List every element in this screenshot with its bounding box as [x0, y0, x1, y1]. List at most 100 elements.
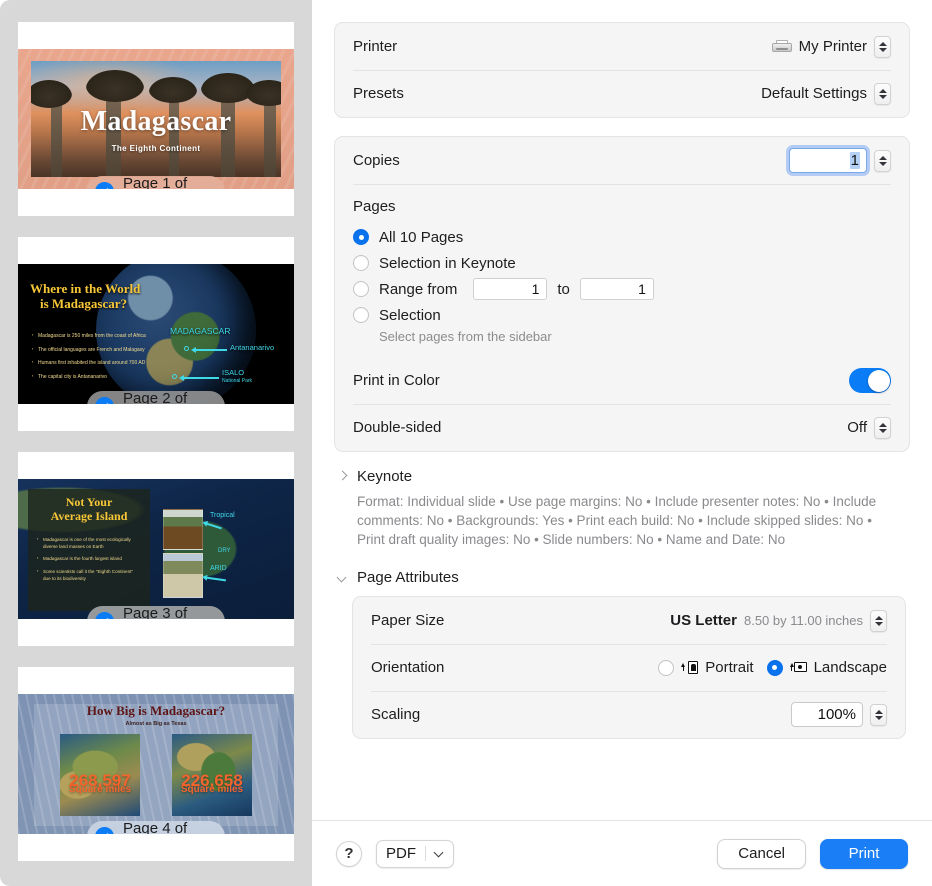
slide3-title: Not Your Average Island	[50, 495, 128, 524]
checkmark-icon	[95, 827, 114, 834]
copies-stepper[interactable]	[874, 149, 891, 172]
orientation-label: Orientation	[371, 659, 445, 677]
presets-value: Default Settings	[761, 85, 867, 102]
next-section-cutoff	[354, 755, 474, 761]
double-sided-row[interactable]: Double-sided Off	[335, 404, 909, 451]
slide1-title: Madagascar	[80, 105, 232, 137]
orientation-row[interactable]: Orientation Portrait Landscape	[353, 644, 905, 691]
radio-icon[interactable]	[353, 281, 369, 297]
list-item: Humans first inhabited the island around…	[32, 359, 150, 368]
radio-selection[interactable]: Selection	[353, 302, 891, 328]
slide-preview-1: Madagascar The Eighth Continent Page 1 o…	[18, 49, 294, 189]
slide2-arrow-capital	[191, 347, 227, 352]
page-thumbnail-1[interactable]: Madagascar The Eighth Continent Page 1 o…	[18, 22, 294, 216]
page-badge-label: Page 4 of 10	[123, 819, 188, 835]
radio-icon[interactable]	[353, 255, 369, 271]
printer-group: Printer My Printer Presets Default Setti…	[334, 22, 910, 118]
slide4-subtitle: Almost as Big as Texas	[125, 721, 187, 727]
chevron-updown-icon[interactable]	[870, 609, 887, 632]
paper-size-detail: 8.50 by 11.00 inches	[743, 613, 863, 629]
page-thumbnail-sidebar[interactable]: Madagascar The Eighth Continent Page 1 o…	[0, 0, 312, 886]
print-dialog-window: Madagascar The Eighth Continent Page 1 o…	[0, 0, 932, 886]
printer-row[interactable]: Printer My Printer	[335, 23, 909, 70]
radio-all-pages[interactable]: All 10 Pages	[353, 224, 891, 250]
slide2-label-capital: Antananarivo	[230, 343, 275, 352]
radio-icon-selected[interactable]	[353, 229, 369, 245]
chevron-updown-icon[interactable]	[874, 416, 891, 439]
slide4-map-texas: 268,597 Square miles	[60, 734, 140, 816]
scaling-row[interactable]: Scaling 100%	[353, 691, 905, 738]
settings-scroll-area[interactable]: Printer My Printer Presets Default Setti…	[312, 0, 932, 820]
chevron-updown-icon[interactable]	[874, 35, 891, 58]
chevron-down-icon[interactable]	[435, 849, 444, 858]
print-in-color-row[interactable]: Print in Color	[335, 357, 909, 404]
slide2-marker-park	[172, 374, 177, 379]
print-options-group: Copies 1 Pages All 10 Pages Selection in…	[334, 136, 910, 452]
presets-popup-button[interactable]: Default Settings	[761, 82, 891, 105]
paper-size-value: US Letter	[670, 612, 737, 630]
slide4-stat-unit-1: Square miles	[68, 783, 132, 795]
orientation-landscape-option[interactable]: Landscape	[766, 659, 887, 676]
page-thumbnail-3[interactable]: Not Your Average Island Madagascar is on…	[18, 452, 294, 646]
cancel-button[interactable]: Cancel	[717, 838, 806, 869]
page-badge-1[interactable]: Page 1 of 10	[87, 174, 225, 190]
selection-hint: Select pages from the sidebar	[379, 329, 552, 344]
pdf-label: PDF	[386, 845, 416, 862]
radio-range-from[interactable]: Range from 1 to 1	[353, 276, 891, 302]
pdf-menu-button[interactable]: PDF	[376, 839, 454, 868]
chevron-updown-icon[interactable]	[874, 82, 891, 105]
radio-icon-selected[interactable]	[766, 659, 783, 676]
double-sided-value: Off	[847, 419, 867, 436]
page-badge-label: Page 1 of 10	[123, 174, 188, 190]
keynote-disclosure-header[interactable]: Keynote	[338, 468, 906, 485]
paper-size-popup-button[interactable]: US Letter 8.50 by 11.00 inches	[670, 609, 887, 632]
keynote-section[interactable]: Keynote Format: Individual slide • Use p…	[334, 468, 910, 549]
range-to-input[interactable]: 1	[579, 278, 654, 300]
copies-row[interactable]: Copies 1	[335, 137, 909, 184]
checkmark-icon	[95, 612, 114, 619]
printer-value: My Printer	[798, 38, 867, 55]
help-button[interactable]: ?	[336, 840, 362, 867]
slide3-bullet-list: Madagascar is one of the most ecological…	[37, 536, 141, 588]
slide2-label-park: ISALO	[222, 368, 245, 377]
print-button[interactable]: Print	[820, 838, 908, 869]
chevron-right-icon[interactable]	[338, 472, 348, 482]
page-attributes-title: Page Attributes	[357, 569, 459, 587]
page-thumbnail-2[interactable]: Where in the World is Madagascar? Madaga…	[18, 237, 294, 431]
slide3-photo-arid	[163, 553, 203, 598]
scaling-stepper[interactable]	[870, 703, 887, 726]
page-attributes-disclosure-header[interactable]: Page Attributes	[338, 569, 906, 586]
radio-selection-in-keynote[interactable]: Selection in Keynote	[353, 250, 891, 276]
page-thumbnail-4[interactable]: How Big is Madagascar? Almost as Big as …	[18, 667, 294, 861]
range-from-input[interactable]: 1	[473, 278, 548, 300]
scaling-input[interactable]: 100%	[791, 702, 863, 728]
print-settings-panel: Printer My Printer Presets Default Setti…	[312, 0, 932, 886]
page-badge-3[interactable]: Page 3 of 10	[87, 604, 225, 620]
printer-popup-button[interactable]: My Printer	[771, 35, 891, 58]
page-badge-4[interactable]: Page 4 of 10	[87, 819, 225, 835]
radio-label: All 10 Pages	[379, 228, 464, 246]
list-item: Some scientists call it the "Eighth Cont…	[37, 568, 141, 582]
orientation-portrait-option[interactable]: Portrait	[658, 659, 754, 676]
radio-icon[interactable]	[658, 659, 675, 676]
list-item: Madagascar is 250 miles from the coast o…	[32, 332, 150, 341]
copies-input[interactable]: 1	[789, 148, 867, 173]
printer-icon	[771, 39, 792, 54]
page-attributes-section[interactable]: Page Attributes Paper Size US Letter 8.5…	[334, 569, 910, 740]
paper-size-row[interactable]: Paper Size US Letter 8.50 by 11.00 inche…	[353, 597, 905, 644]
slide4-title: How Big is Madagascar?	[86, 703, 226, 718]
radio-icon[interactable]	[353, 307, 369, 323]
double-sided-popup-button[interactable]: Off	[847, 416, 891, 439]
list-item: The capital city is Antananarivo	[32, 373, 150, 382]
divider	[425, 846, 426, 861]
page-badge-label: Page 3 of 10	[123, 604, 188, 620]
page-attributes-group: Paper Size US Letter 8.50 by 11.00 inche…	[352, 596, 906, 740]
page-badge-label: Page 2 of 10	[123, 389, 188, 405]
print-in-color-toggle[interactable]	[849, 368, 891, 393]
chevron-down-icon[interactable]	[338, 573, 348, 583]
slide-preview-3: Not Your Average Island Madagascar is on…	[18, 479, 294, 619]
presets-row[interactable]: Presets Default Settings	[335, 70, 909, 117]
slide4-stat-unit-2: Square miles	[180, 783, 244, 795]
page-badge-2[interactable]: Page 2 of 10	[87, 389, 225, 405]
print-in-color-label: Print in Color	[353, 372, 440, 389]
